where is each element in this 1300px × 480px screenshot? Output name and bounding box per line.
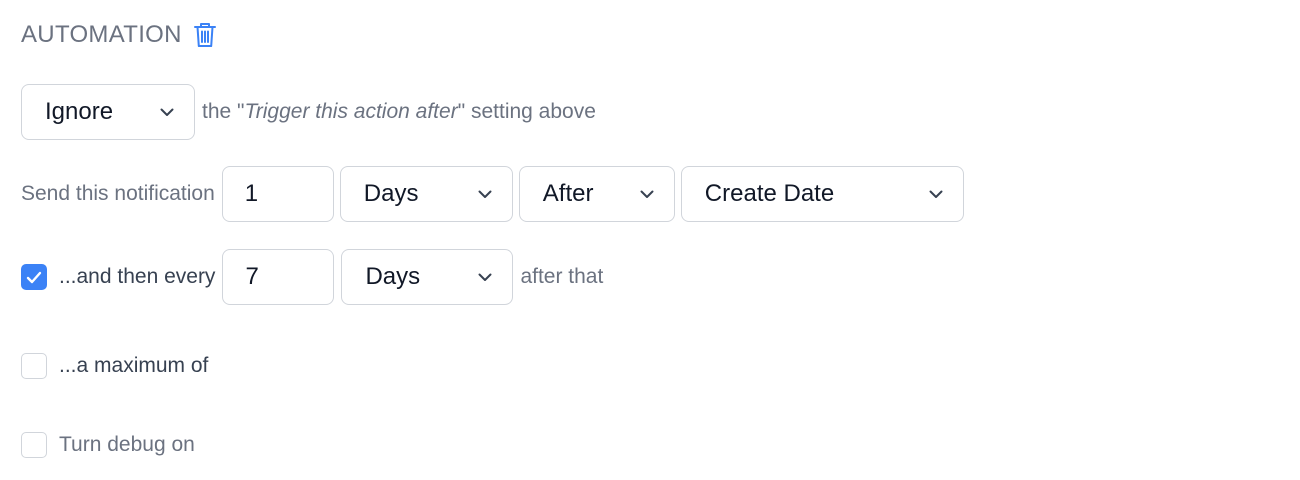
chevron-down-icon xyxy=(478,273,492,281)
section-title: AUTOMATION xyxy=(21,21,182,48)
send-unit-select[interactable]: Days xyxy=(339,166,513,222)
chevron-down-icon xyxy=(929,190,943,198)
check-icon xyxy=(26,271,42,283)
maximum-checkbox[interactable] xyxy=(21,353,47,379)
chevron-down-icon xyxy=(160,108,174,116)
repeat-checkbox[interactable] xyxy=(21,264,47,290)
repeat-amount-input[interactable]: 7 xyxy=(222,249,335,305)
send-amount-input[interactable]: 1 xyxy=(221,166,334,222)
ignore-text-after: " setting above xyxy=(457,100,596,123)
debug-label: Turn debug on xyxy=(59,433,195,456)
send-unit-value: Days xyxy=(363,180,419,207)
debug-row: Turn debug on xyxy=(21,432,195,458)
chevron-down-icon xyxy=(640,190,654,198)
ignore-select[interactable]: Ignore xyxy=(21,84,195,140)
send-notification-row: Send this notification 1 Days After Crea… xyxy=(21,166,964,222)
ignore-select-value: Ignore xyxy=(45,98,114,125)
ignore-description: the "Trigger this action after" setting … xyxy=(202,100,596,124)
send-field-value: Create Date xyxy=(704,180,835,207)
trash-icon[interactable] xyxy=(192,20,218,50)
ignore-text-before: the " xyxy=(202,100,245,123)
repeat-unit-value: Days xyxy=(365,263,421,290)
maximum-label: ...a maximum of xyxy=(59,354,209,377)
debug-checkbox[interactable] xyxy=(21,432,47,458)
repeat-row: ...and then every 7 Days after that xyxy=(21,249,603,305)
ignore-text-italic: Trigger this action after xyxy=(244,100,458,123)
send-direction-value: After xyxy=(542,180,594,207)
chevron-down-icon xyxy=(478,190,492,198)
automation-header: AUTOMATION xyxy=(21,20,218,50)
automation-panel: AUTOMATION Ignore the "Trigger this acti… xyxy=(0,0,1300,480)
send-field-select[interactable]: Create Date xyxy=(680,166,964,222)
ignore-trigger-row: Ignore the "Trigger this action after" s… xyxy=(21,84,596,140)
maximum-row: ...a maximum of xyxy=(21,353,208,379)
repeat-unit-select[interactable]: Days xyxy=(341,249,514,305)
repeat-suffix: after that xyxy=(520,265,604,288)
repeat-label: ...and then every xyxy=(59,265,216,288)
send-notification-label: Send this notification xyxy=(21,182,215,205)
send-direction-select[interactable]: After xyxy=(518,166,675,222)
